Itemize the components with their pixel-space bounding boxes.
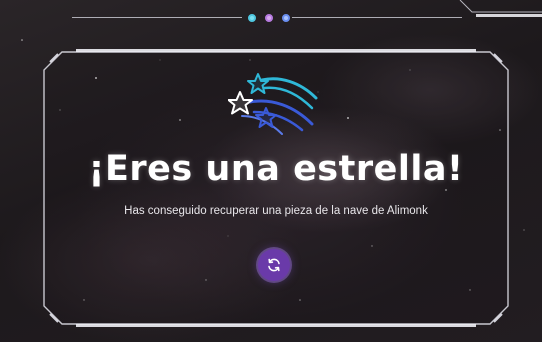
progress-dot bbox=[248, 14, 256, 22]
progress-dot bbox=[265, 14, 273, 22]
result-message: Has conseguido recuperar una pieza de la… bbox=[124, 205, 428, 217]
game-screen: ¡Eres una estrella! Has conseguido recup… bbox=[0, 0, 542, 342]
top-divider-right bbox=[292, 17, 462, 18]
top-divider-left bbox=[72, 17, 242, 18]
top-right-corner-decoration bbox=[459, 0, 542, 17]
refresh-icon bbox=[268, 258, 280, 272]
shooting-stars-icon bbox=[228, 73, 318, 135]
retry-button[interactable] bbox=[258, 249, 290, 281]
progress-dots bbox=[248, 13, 290, 23]
result-title: ¡Eres una estrella! bbox=[88, 149, 464, 189]
progress-dot bbox=[282, 14, 290, 22]
